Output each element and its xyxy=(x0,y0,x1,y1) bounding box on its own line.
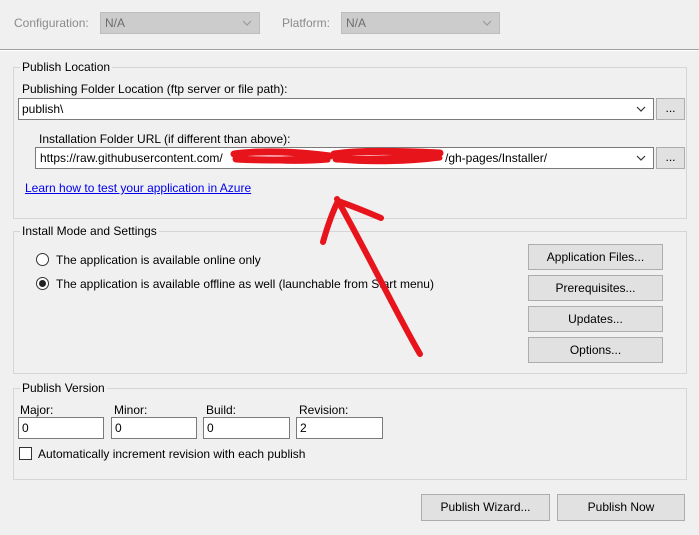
platform-value: N/A xyxy=(346,16,367,30)
install-url-combo[interactable]: https://raw.githubusercontent.com/ /gh-p… xyxy=(35,147,654,169)
install-url-browse-button[interactable]: ... xyxy=(656,147,685,169)
chevron-down-icon xyxy=(635,152,647,164)
major-input[interactable]: 0 xyxy=(18,417,104,439)
publish-now-button[interactable]: Publish Now xyxy=(557,494,685,521)
radio-offline[interactable] xyxy=(36,277,49,290)
platform-dropdown[interactable]: N/A xyxy=(341,12,500,34)
radio-offline-label[interactable]: The application is available offline as … xyxy=(56,277,434,291)
application-files-button[interactable]: Application Files... xyxy=(528,244,663,270)
chevron-down-icon xyxy=(241,17,253,29)
chevron-down-icon xyxy=(635,103,647,115)
minor-input[interactable]: 0 xyxy=(111,417,197,439)
install-mode-title: Install Mode and Settings xyxy=(20,224,159,238)
divider-highlight xyxy=(0,50,699,51)
chevron-down-icon xyxy=(481,17,493,29)
major-label: Major: xyxy=(20,403,54,417)
folder-location-value: publish\ xyxy=(22,102,64,116)
azure-help-link[interactable]: Learn how to test your application in Az… xyxy=(25,181,251,195)
install-url-suffix: /gh-pages/Installer/ xyxy=(445,151,548,165)
configuration-label: Configuration: xyxy=(14,16,89,30)
revision-label: Revision: xyxy=(299,403,349,417)
prerequisites-button[interactable]: Prerequisites... xyxy=(528,275,663,301)
publish-location-title: Publish Location xyxy=(20,60,113,74)
install-url-prefix: https://raw.githubusercontent.com/ xyxy=(40,151,223,165)
folder-location-combo[interactable]: publish\ xyxy=(18,98,654,120)
radio-online-only-label[interactable]: The application is available online only xyxy=(56,253,261,267)
configuration-dropdown[interactable]: N/A xyxy=(100,12,260,34)
configuration-value: N/A xyxy=(105,16,126,30)
folder-location-label: Publishing Folder Location (ftp server o… xyxy=(22,82,288,96)
auto-increment-label[interactable]: Automatically increment revision with ea… xyxy=(38,447,305,461)
revision-input[interactable]: 2 xyxy=(296,417,383,439)
publish-wizard-button[interactable]: Publish Wizard... xyxy=(421,494,550,521)
platform-label: Platform: xyxy=(282,16,331,30)
build-label: Build: xyxy=(206,403,237,417)
options-button[interactable]: Options... xyxy=(528,337,663,363)
build-input[interactable]: 0 xyxy=(203,417,290,439)
minor-label: Minor: xyxy=(114,403,148,417)
auto-increment-checkbox[interactable] xyxy=(19,447,32,460)
install-url-label: Installation Folder URL (if different th… xyxy=(39,132,291,146)
publish-version-title: Publish Version xyxy=(20,381,107,395)
radio-online-only[interactable] xyxy=(36,253,49,266)
updates-button[interactable]: Updates... xyxy=(528,306,663,332)
folder-browse-button[interactable]: ... xyxy=(656,98,685,120)
